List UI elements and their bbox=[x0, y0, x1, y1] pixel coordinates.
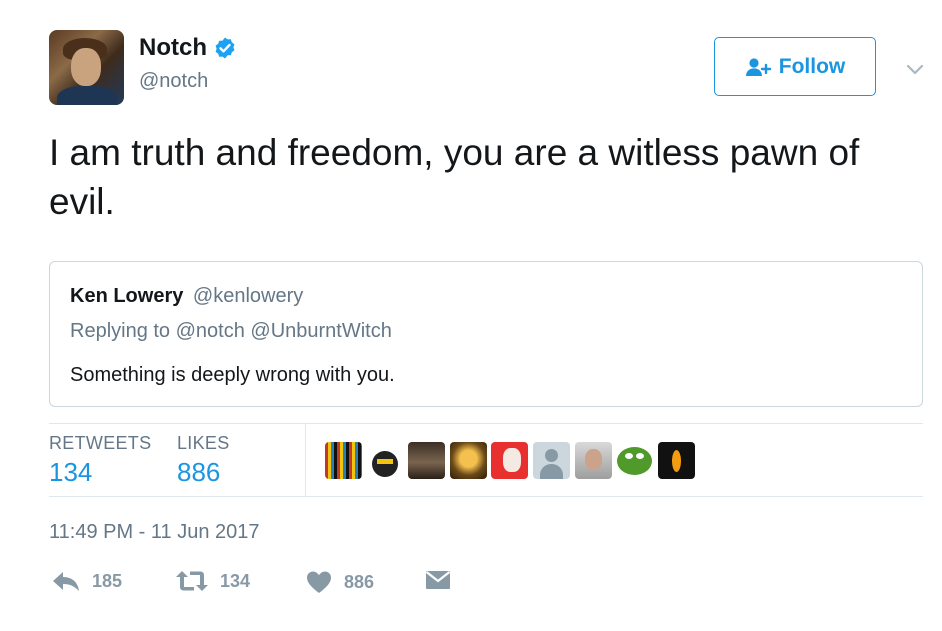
like-action[interactable]: 886 bbox=[306, 570, 374, 594]
liker-avatar[interactable] bbox=[366, 442, 404, 479]
tweet-text: I am truth and freedom, you are a witles… bbox=[49, 132, 860, 222]
follow-button[interactable]: Follow bbox=[714, 37, 876, 96]
retweets-count[interactable]: 134 bbox=[49, 457, 92, 488]
follow-user-icon bbox=[745, 57, 771, 76]
chevron-down-icon[interactable] bbox=[904, 60, 926, 78]
verified-badge-icon bbox=[215, 37, 235, 59]
liker-avatar[interactable] bbox=[532, 442, 570, 479]
retweet-action[interactable]: 134 bbox=[176, 570, 250, 592]
retweet-count: 134 bbox=[220, 570, 251, 591]
reply-icon bbox=[53, 572, 79, 591]
likes-count[interactable]: 886 bbox=[177, 457, 220, 488]
liker-avatar[interactable] bbox=[408, 442, 446, 479]
quoted-author-handle: @kenlowery bbox=[192, 285, 304, 307]
likers-avatar-list bbox=[325, 442, 699, 479]
reply-action[interactable]: 185 bbox=[52, 570, 122, 592]
reply-count: 185 bbox=[92, 570, 123, 591]
quoted-tweet-text: Something is deeply wrong with you. bbox=[70, 364, 395, 386]
liker-avatar[interactable] bbox=[491, 442, 529, 479]
avatar-shirt bbox=[57, 86, 117, 105]
author-name[interactable]: Notch bbox=[139, 33, 207, 63]
author-handle[interactable]: @notch bbox=[139, 68, 208, 94]
quoted-author: Ken Lowery @kenlowery bbox=[70, 284, 303, 308]
quoted-author-name: Ken Lowery bbox=[70, 285, 184, 307]
direct-message-action[interactable] bbox=[425, 570, 463, 590]
quoted-tweet-card[interactable]: Ken Lowery @kenlowery Replying to @notch… bbox=[49, 261, 923, 407]
follow-button-label: Follow bbox=[778, 54, 846, 78]
liker-avatar[interactable] bbox=[449, 442, 487, 479]
stats-separator bbox=[305, 424, 306, 496]
stats-bottom-divider bbox=[49, 496, 923, 497]
tweet-timestamp[interactable]: 11:49 PM - 11 Jun 2017 bbox=[49, 520, 260, 544]
liker-avatar[interactable] bbox=[574, 442, 612, 479]
heart-icon bbox=[307, 571, 331, 593]
author-name-row[interactable]: Notch bbox=[139, 33, 237, 63]
avatar-face bbox=[71, 48, 101, 86]
quoted-replying-to: Replying to @notch @UnburntWitch bbox=[70, 320, 392, 342]
liker-avatar[interactable] bbox=[325, 442, 362, 479]
retweets-label[interactable]: RETWEETS bbox=[49, 433, 151, 454]
like-count: 886 bbox=[344, 571, 375, 592]
envelope-icon bbox=[425, 571, 451, 589]
author-avatar[interactable] bbox=[49, 30, 124, 105]
retweet-icon bbox=[176, 571, 208, 591]
liker-avatar[interactable] bbox=[616, 442, 654, 479]
stats-top-divider bbox=[49, 423, 923, 424]
likes-label[interactable]: LIKES bbox=[177, 433, 230, 454]
liker-avatar[interactable] bbox=[657, 442, 695, 479]
